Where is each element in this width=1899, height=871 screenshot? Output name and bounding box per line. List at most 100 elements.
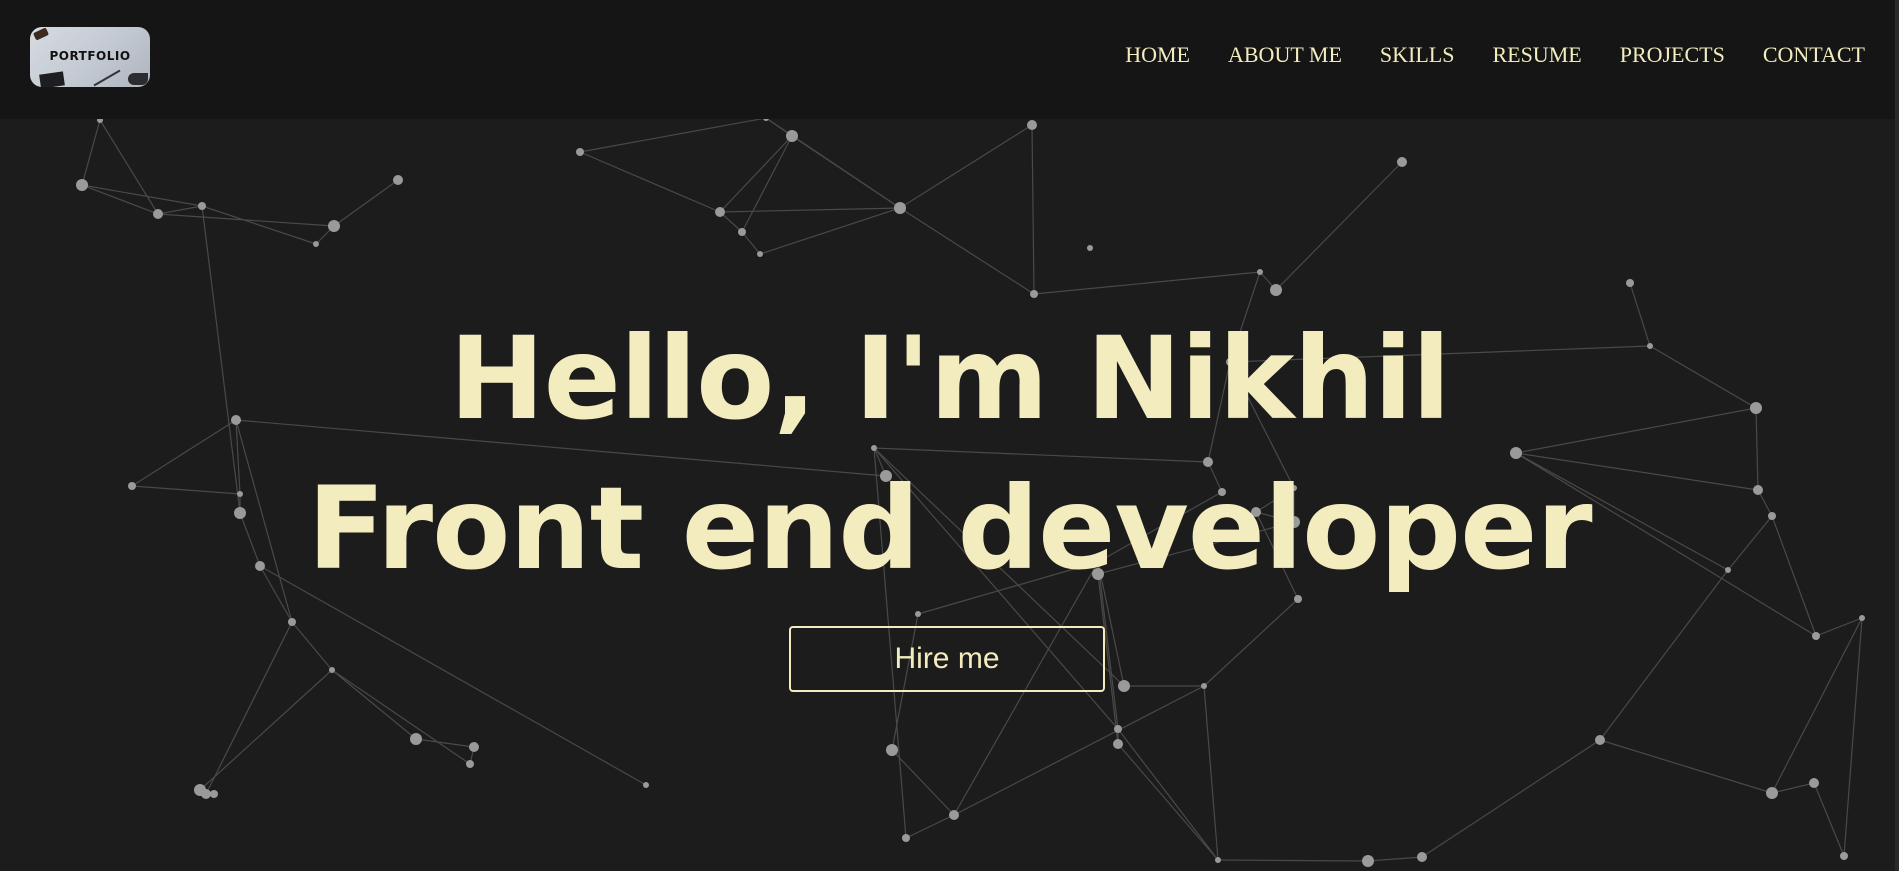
network-link (873, 447, 1209, 463)
network-node (1362, 855, 1374, 867)
network-node (313, 241, 319, 247)
network-node (1766, 787, 1778, 799)
network-node (1812, 632, 1820, 640)
network-node (234, 507, 246, 519)
nav-contact[interactable]: CONTACT (1763, 42, 1865, 68)
network-node (894, 202, 906, 214)
network-node (128, 482, 136, 490)
network-link (99, 119, 159, 215)
nav-home[interactable]: HOME (1125, 42, 1190, 68)
network-node (466, 760, 474, 768)
network-link (205, 621, 293, 795)
network-node (643, 782, 649, 788)
network-node (198, 202, 206, 210)
network-node (576, 148, 584, 156)
network-node (1725, 567, 1731, 573)
network-link (899, 124, 1033, 209)
network-link (201, 205, 317, 245)
network-link (1229, 345, 1651, 363)
page-scrollbar[interactable] (1895, 0, 1899, 871)
network-node (469, 742, 479, 752)
network-node (1768, 512, 1776, 520)
network-link (1031, 124, 1035, 295)
network-node (1294, 595, 1302, 603)
network-node (329, 667, 335, 673)
network-node (288, 618, 296, 626)
network-link (741, 135, 793, 233)
nav-resume[interactable]: RESUME (1492, 42, 1581, 68)
logo-phone-icon (39, 71, 65, 87)
network-link (1117, 743, 1219, 861)
network-node (1397, 157, 1407, 167)
network-link (917, 561, 1099, 615)
network-link (157, 205, 203, 215)
logo-pencil-icon (93, 69, 121, 87)
network-node (1095, 559, 1101, 565)
network-node (1092, 568, 1104, 580)
network-node (76, 179, 88, 191)
network-node (1251, 507, 1261, 517)
network-node (915, 611, 921, 617)
network-link (1815, 617, 1863, 637)
network-link (1367, 856, 1423, 862)
network-node (1647, 343, 1653, 349)
network-link (199, 669, 333, 791)
network-node (886, 744, 898, 756)
network-node (1750, 402, 1762, 414)
network-link (1515, 407, 1757, 454)
nav-about-me[interactable]: ABOUT ME (1228, 42, 1342, 68)
network-node (871, 445, 877, 451)
top-navbar: PORTFOLIO HOME ABOUT ME SKILLS RESUME PR… (0, 0, 1899, 119)
network-link (331, 669, 417, 740)
nav-skills[interactable]: SKILLS (1380, 42, 1455, 68)
network-node (738, 228, 746, 236)
network-link (1217, 859, 1369, 862)
network-node (201, 789, 211, 799)
network-node (902, 834, 910, 842)
network-node (1626, 279, 1634, 287)
network-link (1649, 345, 1757, 409)
network-link (1771, 782, 1815, 794)
network-node (1288, 516, 1300, 528)
network-node (1809, 778, 1819, 788)
network-link (1033, 271, 1261, 295)
network-link (1515, 452, 1759, 491)
network-link (333, 179, 399, 227)
network-link (1843, 617, 1863, 857)
network-node (786, 130, 798, 142)
network-link (1599, 739, 1773, 794)
network-node (255, 561, 265, 571)
network-node (1291, 485, 1297, 491)
network-link (765, 117, 901, 209)
network-link (131, 485, 241, 495)
network-link (719, 207, 901, 213)
network-link (1629, 282, 1651, 347)
network-link (899, 207, 1035, 295)
network-link (1097, 491, 1223, 563)
nav-projects[interactable]: PROJECTS (1620, 42, 1725, 68)
network-link (905, 814, 955, 839)
portfolio-logo[interactable]: PORTFOLIO (30, 27, 150, 87)
network-node (1203, 457, 1213, 467)
logo-hand-icon (128, 73, 148, 85)
network-link (415, 738, 475, 748)
network-link (719, 135, 793, 213)
network-link (157, 213, 335, 227)
network-node (1113, 739, 1123, 749)
network-link (131, 419, 237, 487)
network-link (1515, 452, 1729, 571)
network-link (1229, 361, 1295, 489)
network-node (715, 207, 725, 217)
network-link (759, 207, 901, 255)
network-node (757, 251, 763, 257)
network-node (1201, 683, 1207, 689)
network-link (1771, 617, 1863, 794)
network-node (153, 209, 163, 219)
network-link (331, 669, 471, 765)
network-node (1257, 269, 1263, 275)
network-link (579, 151, 721, 213)
hire-me-button[interactable]: Hire me (789, 626, 1105, 692)
network-node (1027, 120, 1037, 130)
network-link (291, 621, 333, 671)
network-node (1417, 852, 1427, 862)
